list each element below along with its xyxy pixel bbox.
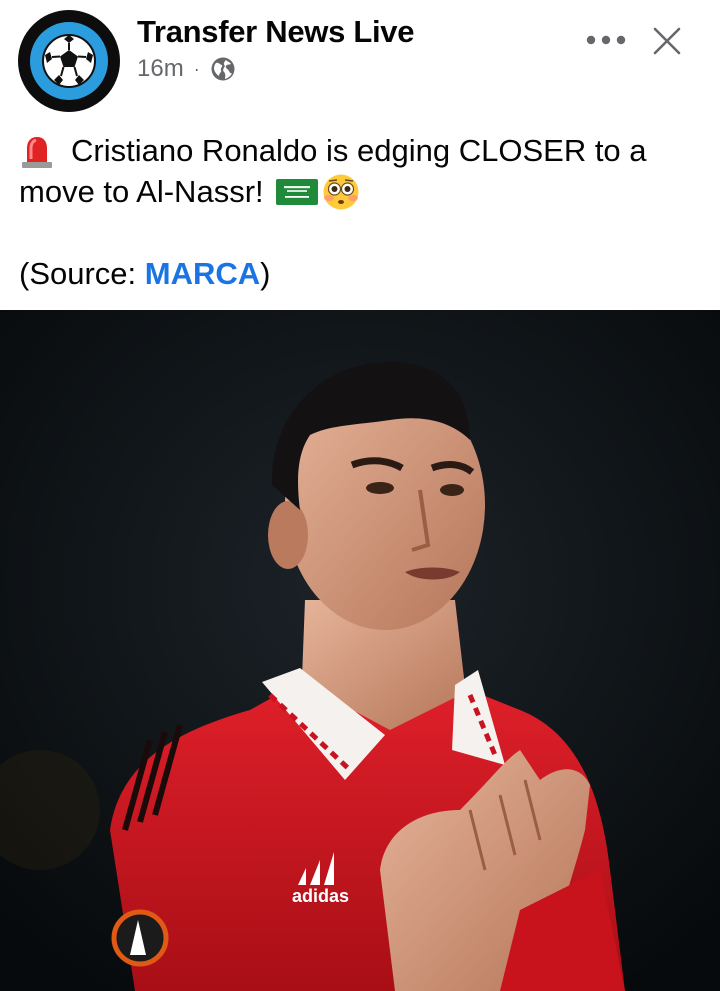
post-meta: 16m · xyxy=(137,55,236,83)
adidas-logo-text: adidas xyxy=(292,886,349,906)
source-prefix: (Source: xyxy=(19,256,145,291)
more-options-button[interactable] xyxy=(584,24,628,56)
source-suffix: ) xyxy=(260,256,271,291)
post-source-line: (Source: MARCA) xyxy=(19,253,709,294)
saudi-flag-emoji xyxy=(275,178,318,205)
post-photo[interactable]: adidas xyxy=(0,310,720,991)
player-photo: adidas xyxy=(0,310,720,991)
avatar-ring xyxy=(30,22,108,100)
post-header: Transfer News Live 16m · xyxy=(0,0,720,118)
meta-separator: · xyxy=(193,58,200,79)
post-line-2: move to Al-Nassr! xyxy=(19,171,709,212)
post-text-line-2: move to Al-Nassr! xyxy=(19,174,264,209)
post-timestamp[interactable]: 16m xyxy=(137,55,184,83)
source-link[interactable]: MARCA xyxy=(145,256,260,291)
page-name[interactable]: Transfer News Live xyxy=(137,14,414,50)
close-icon xyxy=(653,27,681,55)
post-text-line-1: Cristiano Ronaldo is edging CLOSER to a xyxy=(71,133,647,168)
siren-emoji xyxy=(22,136,52,168)
post-line-1: Cristiano Ronaldo is edging CLOSER to a xyxy=(19,130,709,171)
page-avatar[interactable] xyxy=(18,10,120,112)
flushed-face-emoji xyxy=(323,174,359,209)
close-button[interactable] xyxy=(646,20,688,62)
soccer-ball-icon xyxy=(42,34,96,88)
more-horizontal-icon xyxy=(586,35,626,45)
globe-icon xyxy=(211,57,235,81)
post-body: Cristiano Ronaldo is edging CLOSER to a … xyxy=(19,130,709,294)
